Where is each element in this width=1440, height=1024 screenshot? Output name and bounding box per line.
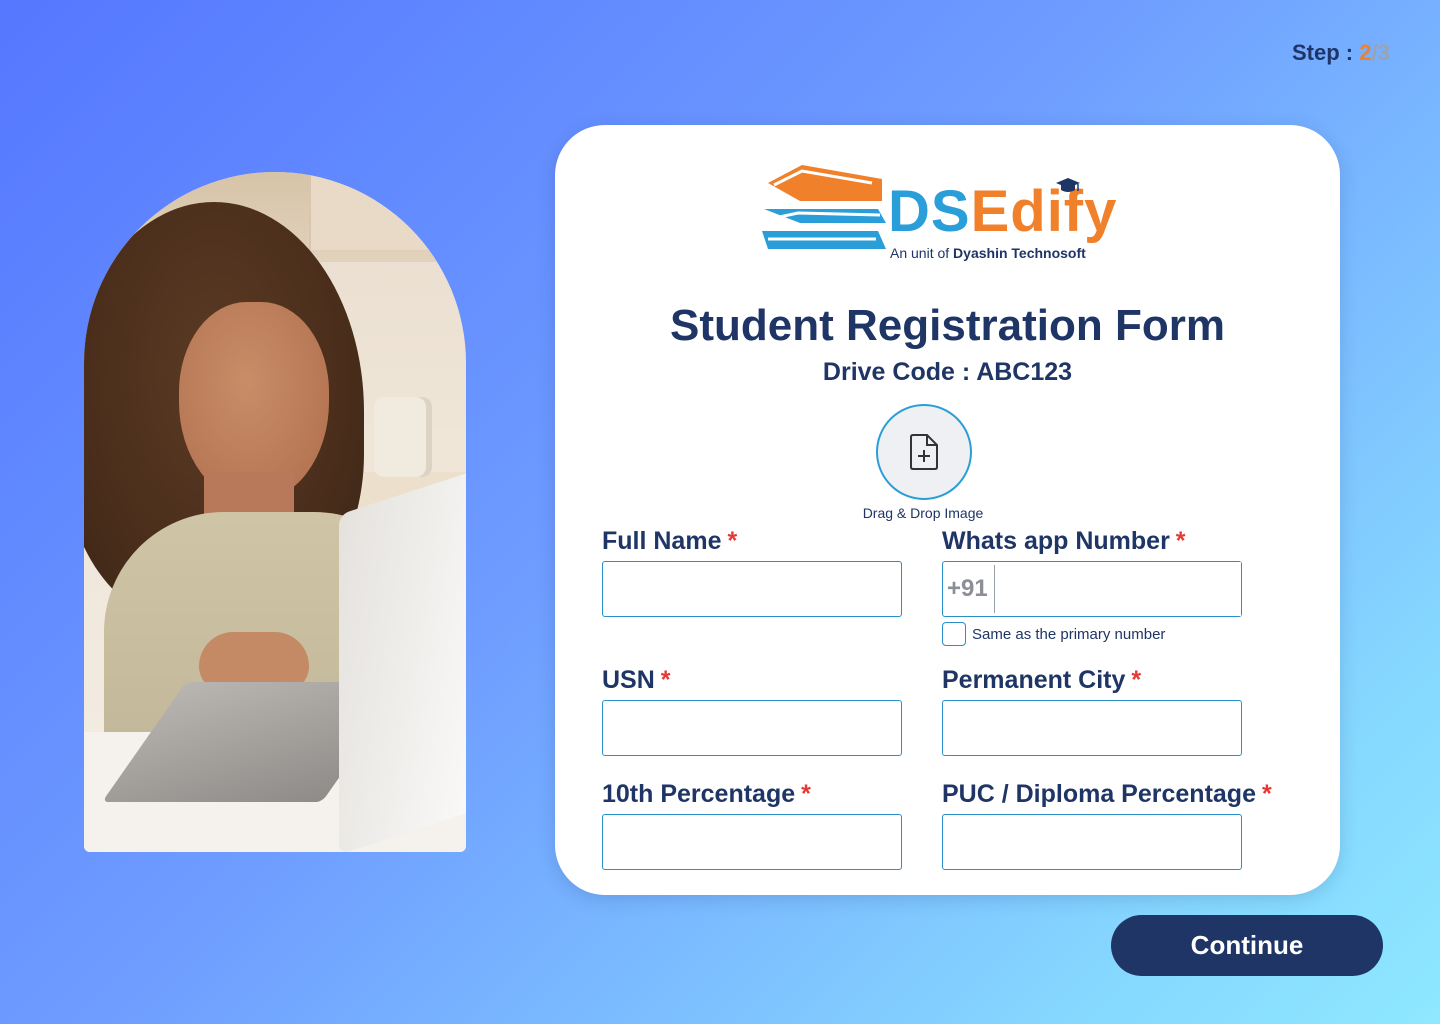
required-marker: * [1261,780,1272,808]
required-marker: * [727,527,738,555]
brand-logo: DSEdify An unit of Dyashin Technosoft [760,161,1140,261]
step-total: 3 [1377,40,1390,65]
full-name-label: Full Name * [602,527,738,555]
student-photo [84,172,466,852]
puc-percentage-label: PUC / Diploma Percentage * [942,780,1272,808]
books-icon [762,165,886,249]
permanent-city-label: Permanent City * [942,666,1142,694]
puc-percentage-input[interactable] [942,814,1242,870]
upload-label: Drag & Drop Image [862,505,984,521]
usn-label: USN * [602,666,671,694]
tenth-percentage-label: 10th Percentage * [602,780,811,808]
same-as-primary-row: Same as the primary number [942,622,1165,646]
step-indicator: Step : 2/3 [1292,40,1390,66]
whatsapp-field: +91 [942,561,1242,617]
continue-button[interactable]: Continue [1111,915,1383,976]
required-marker: * [660,666,671,694]
graduation-cap-icon [1056,178,1080,192]
brand-tagline: An unit of Dyashin Technosoft [890,245,1086,261]
usn-input[interactable] [602,700,902,756]
country-code: +91 [943,565,995,613]
brand-name: DSEdify [888,179,1118,244]
whatsapp-input[interactable] [994,562,1241,616]
step-current: 2 [1359,40,1372,65]
required-marker: * [1175,527,1186,555]
permanent-city-input[interactable] [942,700,1242,756]
form-title: Student Registration Form [670,301,1225,350]
same-as-primary-checkbox[interactable] [942,622,966,646]
same-as-primary-label: Same as the primary number [972,625,1166,643]
required-marker: * [1131,666,1142,694]
registration-card: DSEdify An unit of Dyashin Technosoft St… [555,125,1340,895]
whatsapp-label: Whats app Number * [942,527,1186,555]
required-marker: * [801,780,811,808]
step-prefix: Step : [1292,40,1360,65]
drive-code: Drive Code : ABC123 [822,358,1073,386]
tenth-percentage-input[interactable] [602,814,902,870]
file-add-icon [910,434,938,470]
full-name-input[interactable] [602,561,902,617]
image-upload-button[interactable] [876,404,972,500]
